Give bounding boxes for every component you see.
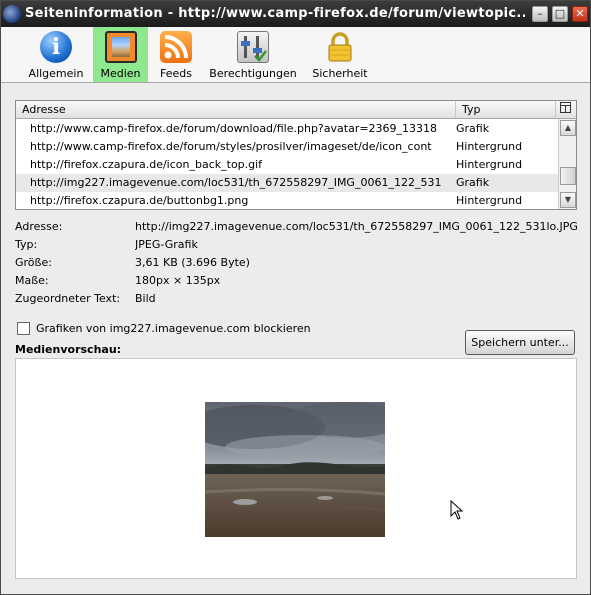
detail-alt-text-value: Bild (135, 292, 156, 305)
maximize-button[interactable]: □ (552, 6, 568, 22)
media-list[interactable]: Adresse Typ http://www.camp-firefox.de/f… (15, 100, 577, 210)
detail-address-label: Adresse: (15, 220, 63, 233)
row-type: Grafik (456, 122, 490, 135)
info-icon: i (40, 31, 72, 63)
close-button[interactable]: ✕ (572, 6, 588, 22)
scroll-down-button[interactable]: ▼ (560, 192, 576, 208)
tab-permissions-label: Berechtigungen (209, 67, 297, 80)
row-type: Hintergrund (456, 194, 523, 207)
tab-media[interactable]: Medien (93, 27, 148, 82)
tab-feeds[interactable]: Feeds (151, 27, 201, 82)
preview-image (205, 402, 385, 537)
media-list-row[interactable]: http://www.camp-firefox.de/forum/downloa… (16, 120, 560, 138)
media-list-row[interactable]: http://firefox.czapura.de/buttonbg1.png … (16, 192, 560, 210)
detail-dimensions-label: Maße: (15, 274, 49, 287)
detail-address-value: http://img227.imagevenue.com/loc531/th_6… (135, 220, 577, 233)
tab-feeds-label: Feeds (160, 67, 192, 80)
row-address: http://www.camp-firefox.de/forum/styles/… (30, 140, 432, 153)
window-title: Seiteninformation - http://www.camp-fire… (25, 6, 525, 21)
column-header-address[interactable]: Adresse (16, 101, 456, 118)
rss-feed-icon (160, 31, 192, 63)
row-type: Hintergrund (456, 158, 523, 171)
page-info-window: Seiteninformation - http://www.camp-fire… (0, 0, 591, 595)
media-list-scrollbar[interactable]: ▲ ▼ (558, 119, 576, 209)
mouse-cursor-icon (450, 499, 464, 520)
row-address: http://firefox.czapura.de/icon_back_top.… (30, 158, 263, 171)
media-icon (105, 31, 137, 63)
padlock-icon (324, 31, 356, 63)
detail-alt-text-label: Zugeordneter Text: (15, 292, 121, 305)
detail-dimensions-value: 180px × 135px (135, 274, 221, 287)
page-info-toolbar: i Allgemein Medien Feeds Berechtigungen … (1, 27, 590, 83)
row-address: http://img227.imagevenue.com/loc531/th_6… (30, 176, 442, 189)
detail-type-value: JPEG-Grafik (135, 238, 198, 251)
block-images-checkbox[interactable] (17, 322, 30, 335)
minimize-button[interactable]: – (532, 6, 548, 22)
media-preview-label: Medienvorschau: (15, 343, 122, 356)
detail-size-value: 3,61 KB (3.696 Byte) (135, 256, 250, 269)
scroll-thumb[interactable] (560, 167, 576, 185)
media-list-row[interactable]: http://firefox.czapura.de/icon_back_top.… (16, 156, 560, 174)
tab-general[interactable]: i Allgemein (21, 27, 91, 82)
block-images-label[interactable]: Grafiken von img227.imagevenue.com block… (36, 321, 311, 337)
column-picker-icon[interactable] (556, 101, 576, 118)
row-type: Hintergrund (456, 140, 523, 153)
detail-type-label: Typ: (15, 238, 38, 251)
detail-size-label: Größe: (15, 256, 52, 269)
row-address: http://www.camp-firefox.de/forum/downloa… (30, 122, 438, 135)
tab-permissions[interactable]: Berechtigungen (206, 27, 300, 82)
row-type: Grafik (456, 176, 490, 189)
media-preview-pane (15, 358, 577, 579)
firefox-app-icon (3, 5, 21, 23)
tab-media-label: Medien (100, 67, 141, 80)
column-header-type[interactable]: Typ (456, 101, 556, 118)
row-address: http://firefox.czapura.de/buttonbg1.png (30, 194, 249, 207)
media-list-row[interactable]: http://www.camp-firefox.de/forum/styles/… (16, 138, 560, 156)
tab-general-label: Allgemein (28, 67, 84, 80)
scroll-up-button[interactable]: ▲ (560, 120, 576, 136)
save-as-button[interactable]: Speichern unter... (465, 330, 575, 355)
media-list-row-selected[interactable]: http://img227.imagevenue.com/loc531/th_6… (16, 174, 560, 192)
tab-security-label: Sicherheit (312, 67, 368, 80)
permissions-icon (237, 31, 269, 63)
title-bar[interactable]: Seiteninformation - http://www.camp-fire… (1, 1, 590, 27)
tab-security[interactable]: Sicherheit (308, 27, 372, 82)
media-list-header: Adresse Typ (16, 101, 576, 119)
